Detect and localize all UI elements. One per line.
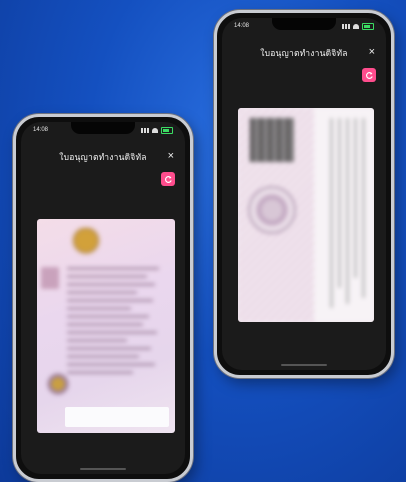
rotate-icon xyxy=(164,175,172,183)
phone-screen: 14:08 ใบอนุญาตทำงานดิจิทัล × xyxy=(222,18,386,370)
blurred-card-content xyxy=(238,108,374,322)
work-permit-card-front[interactable] xyxy=(37,219,175,433)
status-bar: 14:08 xyxy=(33,125,173,135)
work-permit-card-back[interactable] xyxy=(238,108,374,322)
rotate-card-button[interactable] xyxy=(161,172,175,186)
card-white-box xyxy=(65,407,169,427)
card-photo xyxy=(41,267,59,289)
phone-back: 14:08 ใบอนุญาตทำงานดิจิทัล × xyxy=(214,10,394,378)
emblem-icon xyxy=(71,227,101,257)
rotate-icon xyxy=(365,71,373,79)
screen-header: ใบอนุญาตทำงานดิจิทัล × xyxy=(222,44,386,62)
page-title: ใบอนุญาตทำงานดิจิทัล xyxy=(260,48,348,58)
status-time: 14:08 xyxy=(33,127,49,133)
home-indicator xyxy=(281,364,327,366)
phone-screen: 14:08 ใบอนุญาตทำงานดิจิทัล × xyxy=(21,122,185,474)
wifi-icon xyxy=(152,127,158,133)
status-bar: 14:08 xyxy=(234,21,374,31)
close-icon[interactable]: × xyxy=(168,150,174,162)
phone-front: 14:08 ใบอนุญาตทำงานดิจิทัล × xyxy=(13,114,193,482)
screen-header: ใบอนุญาตทำงานดิจิทัล × xyxy=(21,148,185,166)
blurred-card-content xyxy=(37,219,175,433)
signal-icon xyxy=(141,127,149,133)
status-time: 14:08 xyxy=(234,23,250,29)
seal-icon xyxy=(248,186,296,234)
seal-icon xyxy=(47,373,69,395)
rotate-card-button[interactable] xyxy=(362,68,376,82)
battery-icon xyxy=(362,22,374,30)
wifi-icon xyxy=(353,23,359,29)
qr-code xyxy=(250,118,294,162)
signal-icon xyxy=(342,23,350,29)
page-title: ใบอนุญาตทำงานดิจิทัล xyxy=(59,152,147,162)
home-indicator xyxy=(80,468,126,470)
close-icon[interactable]: × xyxy=(369,46,375,58)
battery-icon xyxy=(161,126,173,134)
